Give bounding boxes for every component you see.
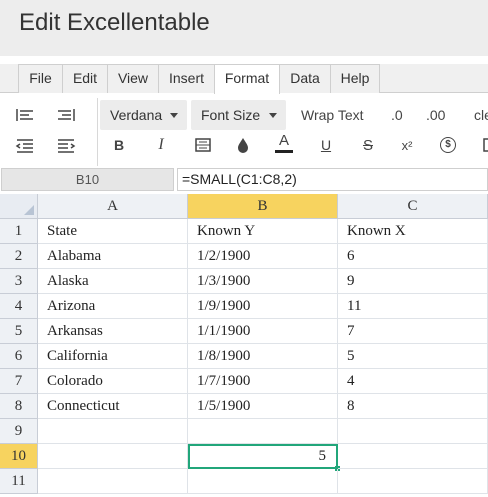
strikethrough-button[interactable]: S [357, 134, 379, 156]
table-cell[interactable]: 9 [338, 269, 488, 294]
table-cell[interactable]: 1/9/1900 [188, 294, 338, 319]
table-cell[interactable]: 11 [338, 294, 488, 319]
menu-data[interactable]: Data [279, 64, 331, 93]
table-cell[interactable]: 1/7/1900 [188, 369, 338, 394]
table-cell[interactable]: Alabama [38, 244, 188, 269]
align-left-top-icon[interactable] [14, 104, 36, 126]
column-header-a[interactable]: A [38, 194, 188, 219]
row-header-4[interactable]: 4 [0, 294, 38, 319]
table-cell[interactable] [338, 419, 488, 444]
font-family-value: Verdana [110, 107, 163, 123]
table-cell[interactable] [38, 469, 188, 494]
spreadsheet-grid: A B C 1 State Known Y Known X 2 Alabama 1/2/19… [0, 194, 488, 497]
table-cell[interactable] [338, 444, 488, 469]
corner-triangle-icon [24, 205, 34, 215]
table-cell[interactable]: 4 [338, 369, 488, 394]
menu-file[interactable]: File [18, 64, 63, 93]
table-cell[interactable]: 6 [338, 244, 488, 269]
currency-button[interactable]: $ [437, 134, 459, 156]
table-cell[interactable]: California [38, 344, 188, 369]
menu-help[interactable]: Help [330, 64, 380, 93]
row-header-10[interactable]: 10 [0, 444, 38, 469]
table-cell[interactable] [188, 469, 338, 494]
font-color-button[interactable]: A [273, 132, 295, 154]
formula-input[interactable]: =SMALL(C1:C8,2) [177, 168, 488, 191]
table-cell[interactable]: State [38, 219, 188, 244]
align-right-top-icon[interactable] [55, 104, 77, 126]
table-cell[interactable] [38, 419, 188, 444]
table-cell[interactable]: 8 [338, 394, 488, 419]
menu-view[interactable]: View [107, 64, 159, 93]
column-header-b[interactable]: B [188, 194, 338, 219]
menu-bar: File Edit View Insert Format Data Help [0, 64, 488, 94]
italic-button[interactable]: I [150, 134, 172, 156]
table-cell[interactable]: Alaska [38, 269, 188, 294]
table-cell[interactable]: 7 [338, 319, 488, 344]
decrease-decimal-button[interactable]: .0 [391, 100, 403, 130]
row-header-7[interactable]: 7 [0, 369, 38, 394]
table-cell[interactable]: Known X [338, 219, 488, 244]
font-size-value: Font Size [201, 107, 261, 123]
table-cell[interactable]: Arizona [38, 294, 188, 319]
menu-edit[interactable]: Edit [62, 64, 108, 93]
font-size-dropdown[interactable]: Font Size [191, 100, 286, 130]
chevron-down-icon [170, 113, 178, 118]
font-color-swatch [275, 150, 293, 153]
cell-reference-box[interactable]: B10 [1, 168, 174, 191]
increase-decimal-button[interactable]: .00 [426, 100, 445, 130]
more-icon[interactable] [477, 134, 488, 156]
menu-format[interactable]: Format [214, 64, 280, 94]
table-cell[interactable]: 5 [338, 344, 488, 369]
font-family-dropdown[interactable]: Verdana [100, 100, 187, 130]
table-cell[interactable]: Known Y [188, 219, 338, 244]
indent-increase-icon[interactable] [55, 134, 77, 156]
row-header-5[interactable]: 5 [0, 319, 38, 344]
indent-decrease-icon[interactable] [14, 134, 36, 156]
table-cell[interactable] [338, 469, 488, 494]
active-cell[interactable]: 5 [188, 444, 338, 469]
menu-insert[interactable]: Insert [158, 64, 215, 93]
row-header-3[interactable]: 3 [0, 269, 38, 294]
table-cell[interactable]: 1/8/1900 [188, 344, 338, 369]
fill-color-icon[interactable] [232, 134, 254, 156]
title-bar: Edit Excellentable [0, 0, 488, 56]
underline-button[interactable]: U [315, 134, 337, 156]
table-cell[interactable]: Colorado [38, 369, 188, 394]
row-header-11[interactable]: 11 [0, 469, 38, 494]
column-header-c[interactable]: C [338, 194, 488, 219]
row-header-1[interactable]: 1 [0, 219, 38, 244]
table-cell[interactable]: 1/5/1900 [188, 394, 338, 419]
bold-button[interactable]: B [108, 134, 130, 156]
table-cell[interactable]: Connecticut [38, 394, 188, 419]
toolbar-separator [97, 98, 98, 166]
superscript-button[interactable]: x² [396, 134, 418, 156]
table-cell[interactable] [188, 419, 338, 444]
table-cell[interactable]: 1/3/1900 [188, 269, 338, 294]
font-color-label: A [278, 132, 289, 149]
formula-bar: B10 =SMALL(C1:C8,2) [0, 167, 488, 193]
wrap-text-button[interactable]: Wrap Text [301, 100, 364, 130]
table-cell[interactable] [38, 444, 188, 469]
row-header-9[interactable]: 9 [0, 419, 38, 444]
table-cell[interactable]: 1/1/1900 [188, 319, 338, 344]
row-header-6[interactable]: 6 [0, 344, 38, 369]
row-header-2[interactable]: 2 [0, 244, 38, 269]
currency-icon: $ [440, 137, 456, 153]
table-cell[interactable]: 1/2/1900 [188, 244, 338, 269]
clear-button[interactable]: cle [474, 100, 488, 130]
select-all-corner[interactable] [0, 194, 38, 219]
row-header-8[interactable]: 8 [0, 394, 38, 419]
borders-icon[interactable] [192, 134, 214, 156]
app-title: Edit Excellentable [19, 9, 210, 36]
table-cell[interactable]: Arkansas [38, 319, 188, 344]
chevron-down-icon [269, 113, 277, 118]
